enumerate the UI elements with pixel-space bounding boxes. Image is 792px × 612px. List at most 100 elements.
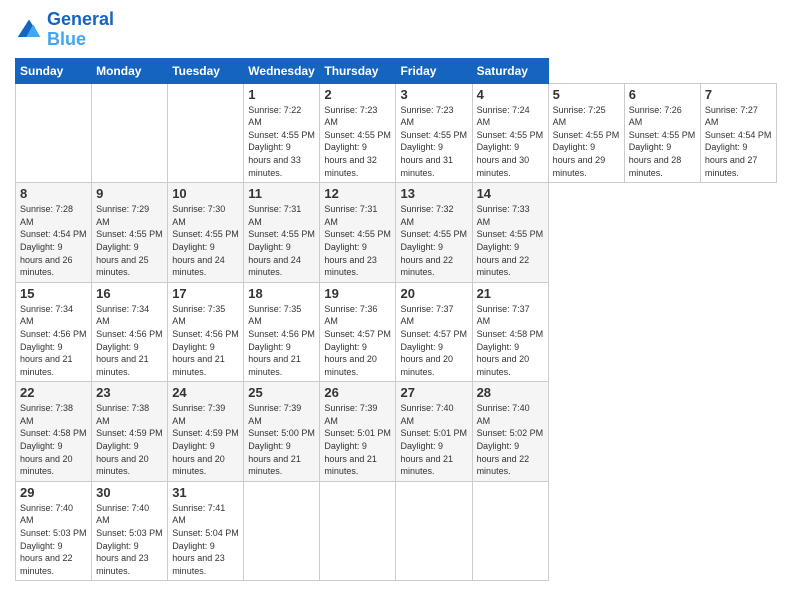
day-number: 18 <box>248 286 315 301</box>
sunset-label: Sunset: 4:55 PM <box>324 130 391 140</box>
sunrise-label: Sunrise: 7:38 AM <box>20 403 73 426</box>
sunrise-label: Sunrise: 7:39 AM <box>248 403 301 426</box>
calendar-cell: 6 Sunrise: 7:26 AM Sunset: 4:55 PM Dayli… <box>624 83 700 183</box>
sunset-label: Sunset: 4:56 PM <box>96 329 163 339</box>
day-info: Sunrise: 7:38 AM Sunset: 4:59 PM Dayligh… <box>96 402 163 478</box>
sunrise-label: Sunrise: 7:38 AM <box>96 403 149 426</box>
calendar-cell: 21 Sunrise: 7:37 AM Sunset: 4:58 PM Dayl… <box>472 282 548 382</box>
daylight-label: Daylight: 9 hours and 21 minutes. <box>96 342 149 377</box>
calendar-cell: 4 Sunrise: 7:24 AM Sunset: 4:55 PM Dayli… <box>472 83 548 183</box>
logo-icon <box>15 16 43 44</box>
daylight-label: Daylight: 9 hours and 22 minutes. <box>477 242 530 277</box>
calendar-cell: 26 Sunrise: 7:39 AM Sunset: 5:01 PM Dayl… <box>320 382 396 482</box>
daylight-label: Daylight: 9 hours and 20 minutes. <box>172 441 225 476</box>
day-number: 8 <box>20 186 87 201</box>
day-info: Sunrise: 7:32 AM Sunset: 4:55 PM Dayligh… <box>400 203 467 279</box>
day-info: Sunrise: 7:23 AM Sunset: 4:55 PM Dayligh… <box>400 104 467 180</box>
daylight-label: Daylight: 9 hours and 21 minutes. <box>20 342 73 377</box>
day-info: Sunrise: 7:31 AM Sunset: 4:55 PM Dayligh… <box>324 203 391 279</box>
day-number: 11 <box>248 186 315 201</box>
sunset-label: Sunset: 4:55 PM <box>400 130 467 140</box>
day-header-thursday: Thursday <box>320 58 396 83</box>
sunset-label: Sunset: 5:03 PM <box>96 528 163 538</box>
day-number: 7 <box>705 87 772 102</box>
logo: General Blue <box>15 10 114 50</box>
sunset-label: Sunset: 4:54 PM <box>20 229 87 239</box>
day-number: 14 <box>477 186 544 201</box>
day-info: Sunrise: 7:22 AM Sunset: 4:55 PM Dayligh… <box>248 104 315 180</box>
day-number: 4 <box>477 87 544 102</box>
calendar-cell: 10 Sunrise: 7:30 AM Sunset: 4:55 PM Dayl… <box>168 183 244 283</box>
sunrise-label: Sunrise: 7:29 AM <box>96 204 149 227</box>
calendar-cell: 27 Sunrise: 7:40 AM Sunset: 5:01 PM Dayl… <box>396 382 472 482</box>
sunrise-label: Sunrise: 7:26 AM <box>629 105 682 128</box>
day-info: Sunrise: 7:37 AM Sunset: 4:58 PM Dayligh… <box>477 303 544 379</box>
calendar-cell: 8 Sunrise: 7:28 AM Sunset: 4:54 PM Dayli… <box>16 183 92 283</box>
sunrise-label: Sunrise: 7:31 AM <box>248 204 301 227</box>
day-number: 13 <box>400 186 467 201</box>
calendar-cell: 24 Sunrise: 7:39 AM Sunset: 4:59 PM Dayl… <box>168 382 244 482</box>
sunset-label: Sunset: 4:55 PM <box>248 229 315 239</box>
day-number: 28 <box>477 385 544 400</box>
daylight-label: Daylight: 9 hours and 23 minutes. <box>324 242 377 277</box>
sunset-label: Sunset: 4:59 PM <box>96 428 163 438</box>
day-header-saturday: Saturday <box>472 58 548 83</box>
sunrise-label: Sunrise: 7:32 AM <box>400 204 453 227</box>
day-number: 16 <box>96 286 163 301</box>
sunrise-label: Sunrise: 7:25 AM <box>553 105 606 128</box>
calendar-cell: 5 Sunrise: 7:25 AM Sunset: 4:55 PM Dayli… <box>548 83 624 183</box>
calendar-cell <box>244 481 320 581</box>
calendar-cell: 28 Sunrise: 7:40 AM Sunset: 5:02 PM Dayl… <box>472 382 548 482</box>
calendar-cell: 13 Sunrise: 7:32 AM Sunset: 4:55 PM Dayl… <box>396 183 472 283</box>
sunrise-label: Sunrise: 7:30 AM <box>172 204 225 227</box>
day-header-sunday: Sunday <box>16 58 92 83</box>
day-info: Sunrise: 7:37 AM Sunset: 4:57 PM Dayligh… <box>400 303 467 379</box>
calendar-cell: 25 Sunrise: 7:39 AM Sunset: 5:00 PM Dayl… <box>244 382 320 482</box>
day-header-wednesday: Wednesday <box>244 58 320 83</box>
day-info: Sunrise: 7:29 AM Sunset: 4:55 PM Dayligh… <box>96 203 163 279</box>
day-number: 22 <box>20 385 87 400</box>
day-number: 30 <box>96 485 163 500</box>
calendar-cell <box>16 83 92 183</box>
calendar-cell: 20 Sunrise: 7:37 AM Sunset: 4:57 PM Dayl… <box>396 282 472 382</box>
day-number: 9 <box>96 186 163 201</box>
calendar-cell <box>92 83 168 183</box>
day-number: 2 <box>324 87 391 102</box>
calendar-table: SundayMondayTuesdayWednesdayThursdayFrid… <box>15 58 777 582</box>
daylight-label: Daylight: 9 hours and 20 minutes. <box>400 342 453 377</box>
daylight-label: Daylight: 9 hours and 21 minutes. <box>248 342 301 377</box>
calendar-cell: 7 Sunrise: 7:27 AM Sunset: 4:54 PM Dayli… <box>700 83 776 183</box>
calendar-cell: 30 Sunrise: 7:40 AM Sunset: 5:03 PM Dayl… <box>92 481 168 581</box>
sunrise-label: Sunrise: 7:35 AM <box>248 304 301 327</box>
daylight-label: Daylight: 9 hours and 23 minutes. <box>172 541 225 576</box>
day-number: 29 <box>20 485 87 500</box>
day-info: Sunrise: 7:39 AM Sunset: 5:01 PM Dayligh… <box>324 402 391 478</box>
calendar-cell: 23 Sunrise: 7:38 AM Sunset: 4:59 PM Dayl… <box>92 382 168 482</box>
day-number: 25 <box>248 385 315 400</box>
calendar-cell: 3 Sunrise: 7:23 AM Sunset: 4:55 PM Dayli… <box>396 83 472 183</box>
calendar-cell: 18 Sunrise: 7:35 AM Sunset: 4:56 PM Dayl… <box>244 282 320 382</box>
day-info: Sunrise: 7:27 AM Sunset: 4:54 PM Dayligh… <box>705 104 772 180</box>
day-info: Sunrise: 7:40 AM Sunset: 5:03 PM Dayligh… <box>20 502 87 578</box>
calendar-cell: 15 Sunrise: 7:34 AM Sunset: 4:56 PM Dayl… <box>16 282 92 382</box>
sunset-label: Sunset: 4:55 PM <box>477 229 544 239</box>
calendar-cell: 14 Sunrise: 7:33 AM Sunset: 4:55 PM Dayl… <box>472 183 548 283</box>
logo-text: General Blue <box>47 10 114 50</box>
daylight-label: Daylight: 9 hours and 20 minutes. <box>477 342 530 377</box>
calendar-cell: 12 Sunrise: 7:31 AM Sunset: 4:55 PM Dayl… <box>320 183 396 283</box>
sunrise-label: Sunrise: 7:37 AM <box>477 304 530 327</box>
daylight-label: Daylight: 9 hours and 23 minutes. <box>96 541 149 576</box>
day-info: Sunrise: 7:39 AM Sunset: 4:59 PM Dayligh… <box>172 402 239 478</box>
day-info: Sunrise: 7:26 AM Sunset: 4:55 PM Dayligh… <box>629 104 696 180</box>
calendar-cell <box>396 481 472 581</box>
calendar-week-row: 29 Sunrise: 7:40 AM Sunset: 5:03 PM Dayl… <box>16 481 777 581</box>
day-info: Sunrise: 7:35 AM Sunset: 4:56 PM Dayligh… <box>248 303 315 379</box>
daylight-label: Daylight: 9 hours and 25 minutes. <box>96 242 149 277</box>
sunset-label: Sunset: 4:55 PM <box>477 130 544 140</box>
calendar-cell: 19 Sunrise: 7:36 AM Sunset: 4:57 PM Dayl… <box>320 282 396 382</box>
sunrise-label: Sunrise: 7:37 AM <box>400 304 453 327</box>
sunrise-label: Sunrise: 7:34 AM <box>96 304 149 327</box>
day-info: Sunrise: 7:40 AM Sunset: 5:03 PM Dayligh… <box>96 502 163 578</box>
sunset-label: Sunset: 4:56 PM <box>248 329 315 339</box>
calendar-body: 1 Sunrise: 7:22 AM Sunset: 4:55 PM Dayli… <box>16 83 777 581</box>
